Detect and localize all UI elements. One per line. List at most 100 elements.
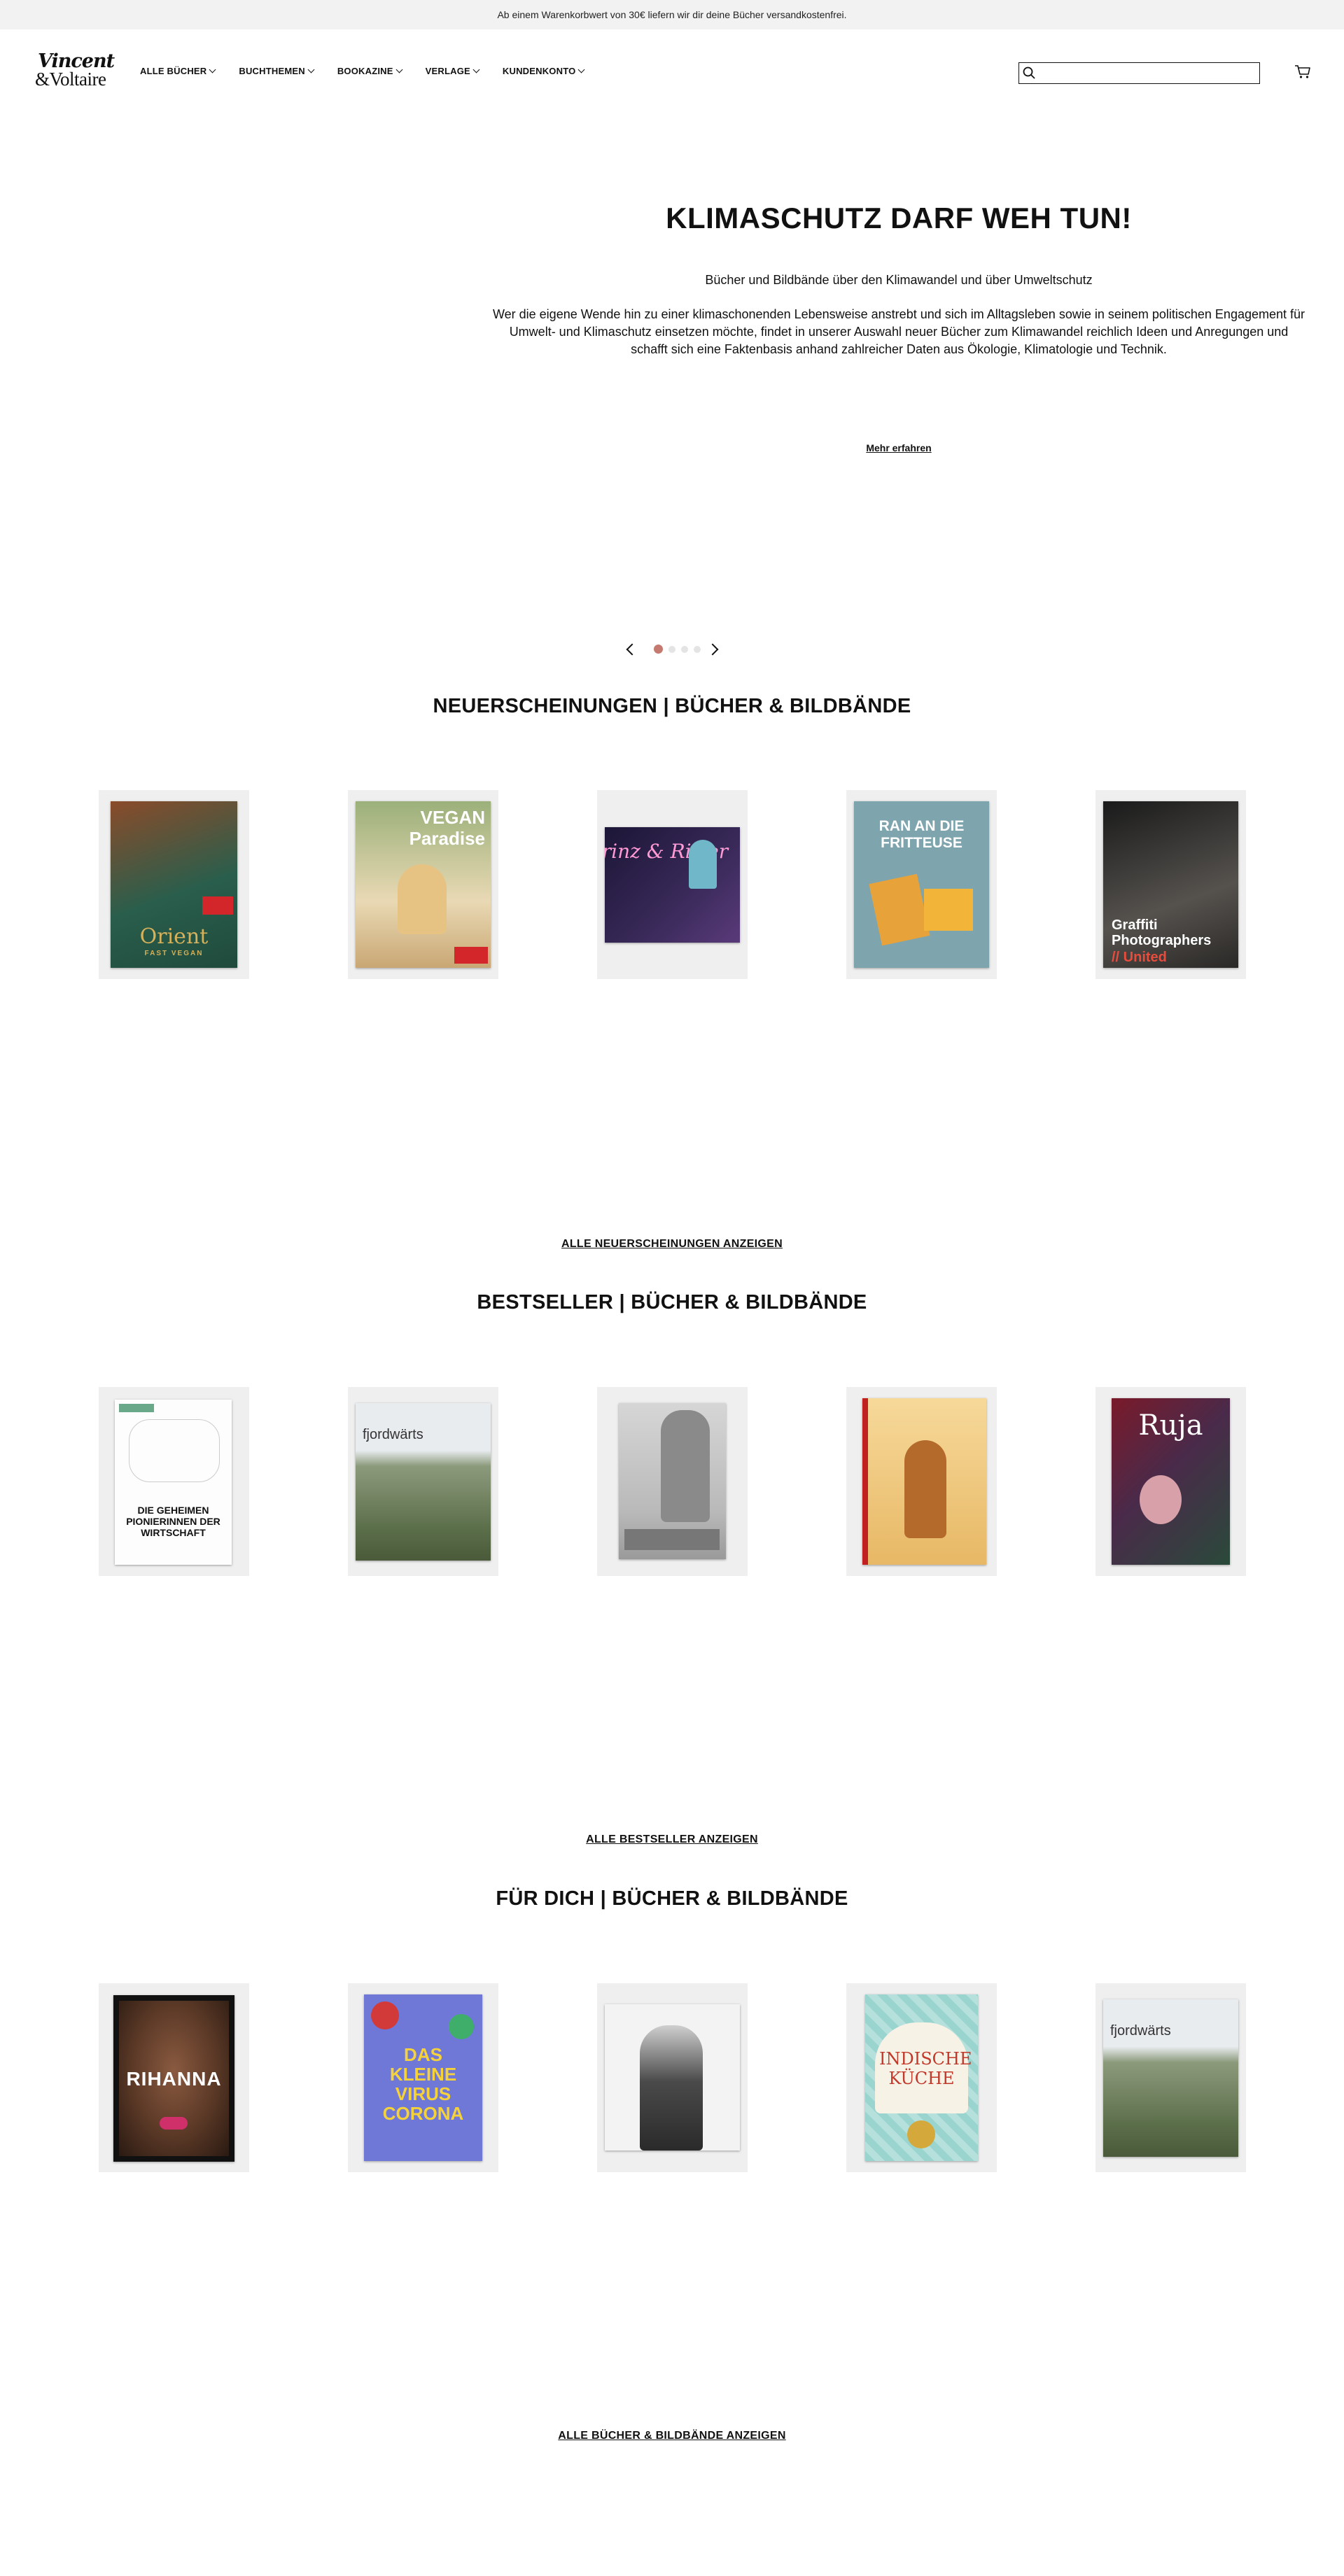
book-tile[interactable]: Prinz & Ritter (597, 790, 748, 979)
book-tile[interactable]: fjordwärts (1096, 1983, 1246, 2172)
cover-figure (661, 1410, 710, 1522)
book-tile[interactable]: DAS KLEINE VIRUS CORONA (348, 1983, 498, 2172)
nav-item-buchthemen[interactable]: BUCHTHEMEN (239, 66, 315, 76)
book-tile[interactable] (597, 1983, 748, 2172)
book-cover: Orient FAST VEGAN (111, 801, 237, 968)
section-title: FÜR DICH | BÜCHER & BILDBÄNDE (496, 1887, 848, 1910)
book-tile[interactable]: RAN AN DIE FRITTEUSE (846, 790, 997, 979)
book-cover: DAS KLEINE VIRUS CORONA (364, 1994, 482, 2161)
nav-item-kundenkonto[interactable]: KUNDENKONTO (502, 66, 585, 76)
book-tile[interactable] (846, 1387, 997, 1576)
cover-label (924, 889, 973, 931)
cover-title: Graffiti Photographers (1112, 917, 1212, 948)
nav-label: BOOKAZINE (337, 66, 393, 76)
chevron-left-icon[interactable] (626, 643, 638, 656)
cover-title: DIE GEHEIMEN PIONIERINNEN DER WIRTSCHAFT (126, 1505, 220, 1538)
book-cover (619, 1403, 726, 1559)
book-tile[interactable] (597, 1387, 748, 1576)
book-cover: Ruja (1112, 1398, 1230, 1565)
cover-title: Ruja (1138, 1409, 1203, 1442)
nav-label: BUCHTHEMEN (239, 66, 305, 76)
book-tile[interactable]: Ruja (1096, 1387, 1246, 1576)
book-tile[interactable]: RIHANNA (99, 1983, 249, 2172)
hero-text: Wer die eigene Wende hin zu einer klimas… (492, 307, 1306, 356)
book-cover: DIE GEHEIMEN PIONIERINNEN DER WIRTSCHAFT (115, 1400, 232, 1565)
cover-virus (449, 2014, 474, 2039)
cover-figure (869, 873, 930, 946)
slider-dot-1[interactable] (654, 645, 663, 654)
brand-logo[interactable]: Vincent &Voltaire (35, 50, 115, 92)
main-nav: ALLE BÜCHER BUCHTHEMEN BOOKAZINE VERLAGE… (140, 66, 608, 76)
cover-title: RIHANNA (126, 2068, 222, 2090)
cover-figure (689, 840, 717, 889)
brand-logo-line2: &Voltaire (35, 69, 106, 90)
cover-title: RAN AN DIE FRITTEUSE (878, 818, 965, 851)
cover-spine (862, 1398, 868, 1565)
cover-figure (398, 864, 447, 934)
book-cover: INDISCHE KÜCHE (865, 1994, 978, 2161)
slider-controls (625, 642, 720, 658)
slider-dot-3[interactable] (681, 646, 688, 653)
book-cover (605, 2004, 740, 2151)
cover-subtitle: FAST VEGAN (144, 950, 204, 957)
cover-title: INDISCHE KÜCHE (879, 2049, 972, 2088)
section-all-link[interactable]: ALLE NEUERSCHEINUNGEN ANZEIGEN (0, 1238, 1344, 1251)
nav-label: VERLAGE (425, 66, 470, 76)
section-all-link[interactable]: ALLE BÜCHER & BILDBÄNDE ANZEIGEN (0, 2430, 1344, 2442)
book-cover: Graffiti Photographers // United (1103, 801, 1238, 968)
slider-dot-2[interactable] (668, 646, 676, 653)
cover-title: Prinz & Ritter (605, 840, 728, 863)
cover-seal (907, 2120, 935, 2148)
section-all-link[interactable]: ALLE BESTSELLER ANZEIGEN (0, 1834, 1344, 1846)
slider-dot-4[interactable] (694, 646, 701, 653)
book-tile[interactable]: DIE GEHEIMEN PIONIERINNEN DER WIRTSCHAFT (99, 1387, 249, 1576)
site-header: Vincent &Voltaire ALLE BÜCHER BUCHTHEMEN… (0, 29, 1344, 113)
cover-figure (129, 1419, 220, 1482)
cover-strip (624, 1529, 720, 1550)
cover-title: fjordwärts (363, 1427, 424, 1442)
chevron-down-icon (209, 66, 216, 73)
cover-subtitle: // United (1112, 950, 1167, 965)
book-row: Orient FAST VEGAN VEGAN Paradise Prinz &… (0, 790, 1344, 979)
nav-item-alle-buecher[interactable]: ALLE BÜCHER (140, 66, 216, 76)
chevron-down-icon (396, 66, 403, 73)
search-input[interactable] (1039, 65, 1256, 80)
announcement-bar: Ab einem Warenkorbwert von 30€ liefern w… (0, 0, 1344, 29)
search-icon[interactable] (1022, 66, 1036, 80)
book-row: DIE GEHEIMEN PIONIERINNEN DER WIRTSCHAFT… (0, 1387, 1344, 1576)
book-tile[interactable]: INDISCHE KÜCHE (846, 1983, 997, 2172)
chevron-down-icon (472, 66, 480, 73)
nav-item-verlage[interactable]: VERLAGE (425, 66, 480, 76)
cart-icon[interactable] (1293, 62, 1312, 81)
chevron-down-icon (307, 66, 315, 73)
cover-title: fjordwärts (1110, 2023, 1171, 2039)
book-cover: RIHANNA (113, 1995, 234, 2162)
book-tile[interactable]: Orient FAST VEGAN (99, 790, 249, 979)
hero-title: KLIMASCHUTZ DARF WEH TUN! (666, 202, 1132, 234)
nav-item-bookazine[interactable]: BOOKAZINE (337, 66, 403, 76)
section-title: NEUERSCHEINUNGEN | BÜCHER & BILDBÄNDE (433, 695, 911, 717)
cover-portrait (640, 2025, 703, 2151)
cover-title: VEGAN Paradise (409, 807, 485, 849)
cover-title: DAS KLEINE VIRUS CORONA (382, 2044, 464, 2124)
chevron-right-icon[interactable] (706, 643, 719, 656)
nav-label: ALLE BÜCHER (140, 66, 207, 76)
cover-badge (454, 947, 488, 964)
chevron-down-icon (578, 66, 585, 73)
cover-virus (371, 2001, 399, 2029)
book-tile[interactable]: VEGAN Paradise (348, 790, 498, 979)
announcement-text: Ab einem Warenkorbwert von 30€ liefern w… (497, 9, 847, 20)
book-cover: Prinz & Ritter (605, 827, 740, 943)
book-tile[interactable]: Graffiti Photographers // United (1096, 790, 1246, 979)
hero-more-link[interactable]: Mehr erfahren (490, 442, 1308, 453)
cover-figure (1140, 1475, 1182, 1524)
hero-subtitle: Bücher und Bildbände über den Klimawande… (705, 273, 1093, 287)
nav-label: KUNDENKONTO (502, 66, 576, 76)
search-box[interactable] (1018, 62, 1260, 84)
book-row: RIHANNA DAS KLEINE VIRUS CORONA INDISCHE… (0, 1983, 1344, 2172)
section-title: BESTSELLER | BÜCHER & BILDBÄNDE (477, 1291, 867, 1314)
book-cover: fjordwärts (356, 1403, 491, 1561)
book-cover: VEGAN Paradise (356, 801, 491, 968)
book-tile[interactable]: fjordwärts (348, 1387, 498, 1576)
book-cover: RAN AN DIE FRITTEUSE (854, 801, 989, 968)
